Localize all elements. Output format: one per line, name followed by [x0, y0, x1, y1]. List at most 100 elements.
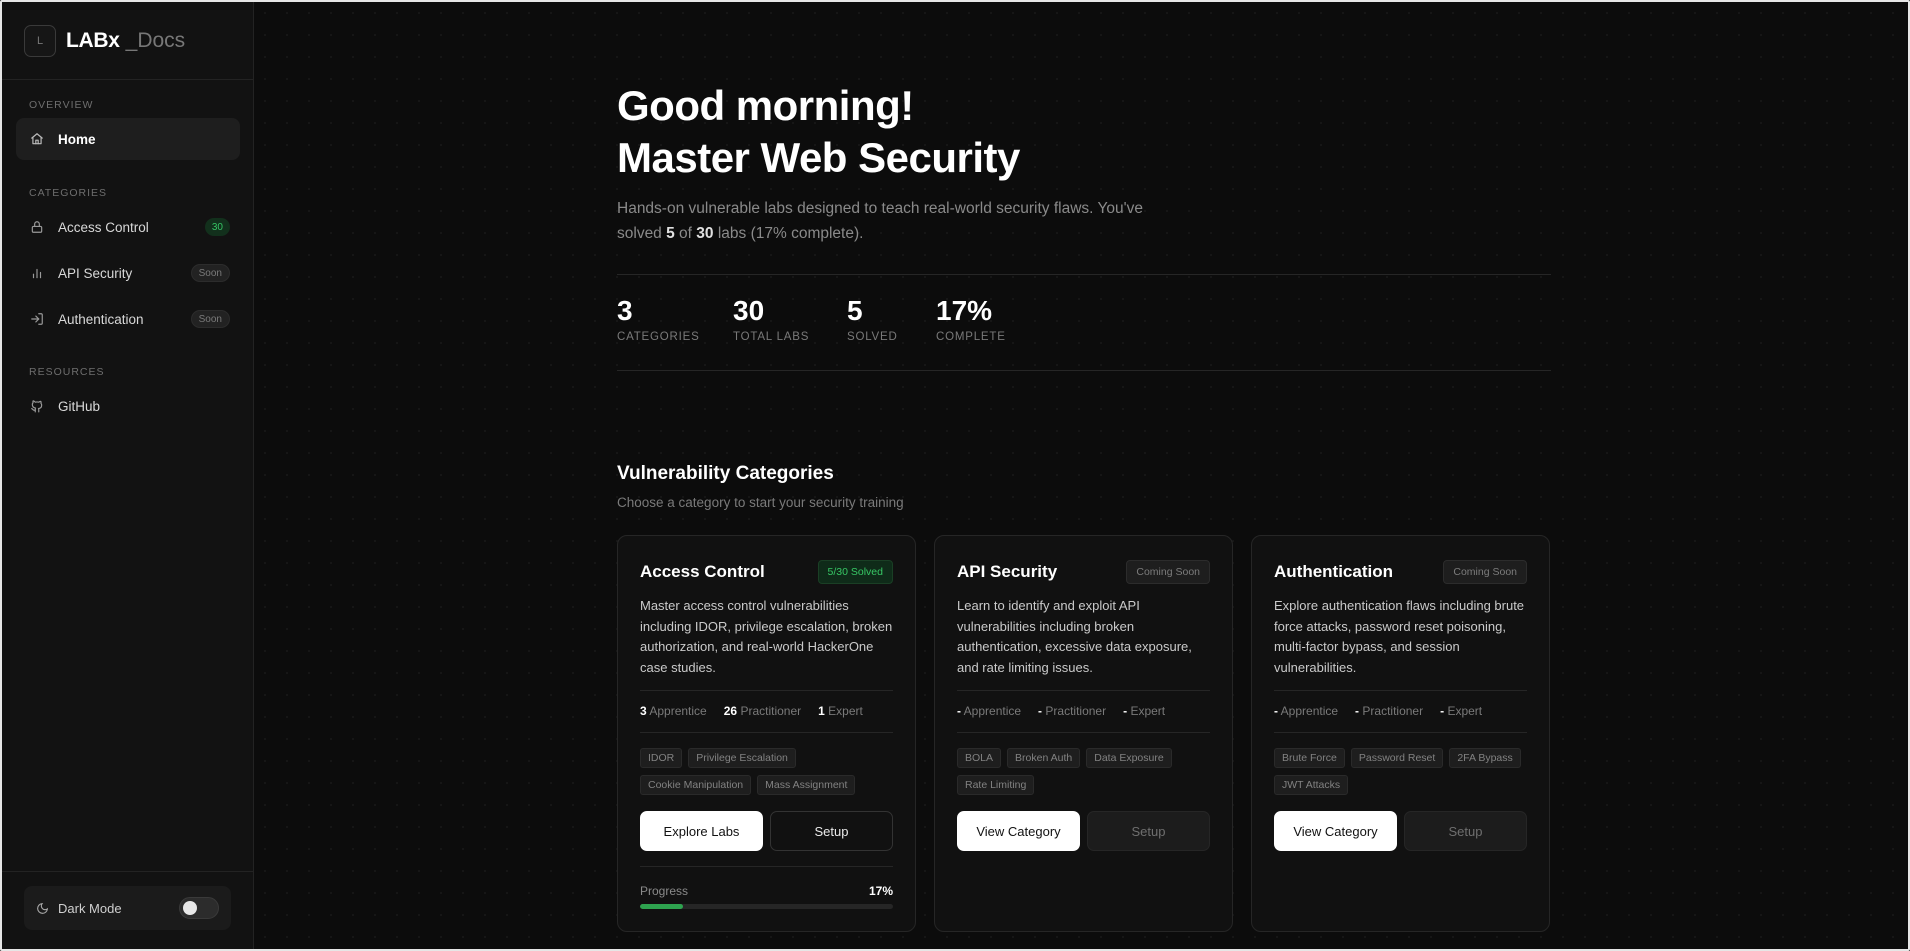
- stat-value: 17%: [936, 295, 993, 326]
- level-apprentice: 3 Apprentice: [640, 704, 707, 718]
- sidebar-item-label: Home: [58, 131, 96, 147]
- level-expert: - Expert: [1440, 704, 1483, 718]
- desc-text: of: [674, 225, 697, 242]
- sidebar-item-api-security[interactable]: API Security Soon: [16, 252, 240, 294]
- stat-label: TOTAL LABS: [733, 331, 810, 343]
- sidebar-item-access-control[interactable]: Access Control 30: [16, 206, 240, 248]
- status-badge: Coming Soon: [1443, 560, 1527, 584]
- tag: Rate Limiting: [957, 775, 1035, 795]
- card-description: Explore authentication flaws including b…: [1274, 598, 1525, 675]
- page-title: Good morning! Master Web Security: [617, 80, 1020, 184]
- tag: Password Reset: [1350, 748, 1444, 768]
- card-actions: Explore Labs Setup: [640, 811, 893, 851]
- level-expert: 1 Expert: [818, 704, 863, 718]
- sidebar-item-authentication[interactable]: Authentication Soon: [16, 298, 240, 340]
- stat-label: SOLVED: [847, 331, 898, 343]
- tag: Broken Auth: [1007, 748, 1081, 768]
- section-title: Vulnerability Categories: [617, 463, 834, 484]
- sidebar: L LABx _Docs OVERVIEW Home CATEGORIES Ac…: [2, 2, 254, 949]
- status-badge: 5/30 Solved: [817, 560, 893, 584]
- setup-button[interactable]: Setup: [1087, 811, 1210, 851]
- stat-categories: 3 CATEGORIES: [617, 295, 700, 343]
- progress-value: 17%: [868, 884, 893, 898]
- tag: Cookie Manipulation: [640, 775, 752, 795]
- lock-icon: [30, 220, 44, 234]
- progress-bar-fill: [640, 904, 683, 909]
- divider: [1274, 732, 1527, 733]
- login-icon: [30, 312, 44, 326]
- card-title: Authentication: [1274, 562, 1393, 581]
- bar-chart-icon: [30, 266, 44, 280]
- level-practitioner: - Practitioner: [1355, 704, 1424, 718]
- greeting: Good morning!: [617, 82, 914, 129]
- sidebar-item-home[interactable]: Home: [16, 118, 240, 160]
- card-title: Access Control: [640, 562, 765, 581]
- divider: [957, 690, 1210, 691]
- stat-total-labs: 30 TOTAL LABS: [733, 295, 809, 343]
- desc-text: labs (17% complete).: [713, 225, 864, 242]
- divider: [640, 690, 893, 691]
- category-card-access-control: Access Control 5/30 Solved Master access…: [617, 535, 916, 932]
- stat-value: 30: [733, 295, 765, 326]
- app-window: L LABx _Docs OVERVIEW Home CATEGORIES Ac…: [0, 0, 1910, 951]
- card-actions: View Category Setup: [1274, 811, 1527, 851]
- hero-headline: Master Web Security: [617, 134, 1020, 181]
- explore-labs-button[interactable]: Explore Labs: [640, 811, 763, 851]
- divider: [617, 370, 1551, 371]
- progress-label: Progress: [640, 884, 689, 898]
- sidebar-item-label: Authentication: [58, 311, 144, 327]
- stat-complete: 17% COMPLETE: [936, 295, 1006, 343]
- progress-bar: [640, 904, 893, 909]
- section-categories: CATEGORIES: [29, 187, 108, 199]
- setup-button[interactable]: Setup: [770, 811, 893, 851]
- tag: BOLA: [957, 748, 1002, 768]
- setup-button[interactable]: Setup: [1404, 811, 1527, 851]
- difficulty-levels: 3 Apprentice 26 Practitioner 1 Expert: [640, 704, 880, 718]
- section-resources: RESOURCES: [29, 366, 105, 378]
- stat-label: COMPLETE: [936, 331, 1006, 343]
- dark-mode-toggle[interactable]: [179, 897, 219, 919]
- brand-logo: L: [24, 24, 56, 57]
- hero-description: Hands-on vulnerable labs designed to tea…: [617, 196, 1177, 246]
- divider: [640, 732, 893, 733]
- sidebar-item-label: GitHub: [58, 398, 101, 414]
- card-description: Learn to identify and exploit API vulner…: [957, 598, 1192, 675]
- stat-label: CATEGORIES: [617, 331, 700, 343]
- tag: Data Exposure: [1086, 748, 1172, 768]
- level-apprentice: - Apprentice: [957, 704, 1022, 718]
- toggle-knob: [183, 901, 197, 915]
- tag-list: IDOR Privilege Escalation Cookie Manipul…: [640, 748, 898, 802]
- stat-value: 5: [847, 295, 863, 326]
- view-category-button[interactable]: View Category: [957, 811, 1080, 851]
- solved-count: 5: [666, 225, 675, 242]
- section-subtitle: Choose a category to start your security…: [617, 495, 904, 510]
- sidebar-item-github[interactable]: GitHub: [16, 385, 240, 427]
- level-apprentice: - Apprentice: [1274, 704, 1339, 718]
- difficulty-levels: - Apprentice - Practitioner - Expert: [957, 704, 1182, 718]
- status-badge: Coming Soon: [1126, 560, 1210, 584]
- brand[interactable]: L LABx _Docs: [2, 2, 253, 80]
- category-card-api-security: API Security Coming Soon Learn to identi…: [934, 535, 1233, 932]
- level-expert: - Expert: [1123, 704, 1166, 718]
- stat-solved: 5 SOLVED: [847, 295, 898, 343]
- tag-list: BOLA Broken Auth Data Exposure Rate Limi…: [957, 748, 1215, 802]
- divider: [957, 732, 1210, 733]
- section-overview: OVERVIEW: [29, 99, 94, 111]
- github-icon: [30, 399, 44, 413]
- stat-value: 3: [617, 295, 633, 326]
- level-practitioner: - Practitioner: [1038, 704, 1107, 718]
- card-actions: View Category Setup: [957, 811, 1210, 851]
- total-count: 30: [696, 225, 714, 242]
- brand-suffix: _Docs: [125, 28, 186, 52]
- soon-badge: Soon: [190, 310, 230, 328]
- soon-badge: Soon: [190, 264, 230, 282]
- view-category-button[interactable]: View Category: [1274, 811, 1397, 851]
- dark-mode-label: Dark Mode: [58, 900, 122, 916]
- sidebar-item-label: Access Control: [58, 219, 149, 235]
- tag: Brute Force: [1274, 748, 1345, 768]
- tag: 2FA Bypass: [1449, 748, 1521, 768]
- tag: Privilege Escalation: [688, 748, 796, 768]
- tag: Mass Assignment: [757, 775, 856, 795]
- tag: JWT Attacks: [1274, 775, 1349, 795]
- divider: [640, 866, 893, 867]
